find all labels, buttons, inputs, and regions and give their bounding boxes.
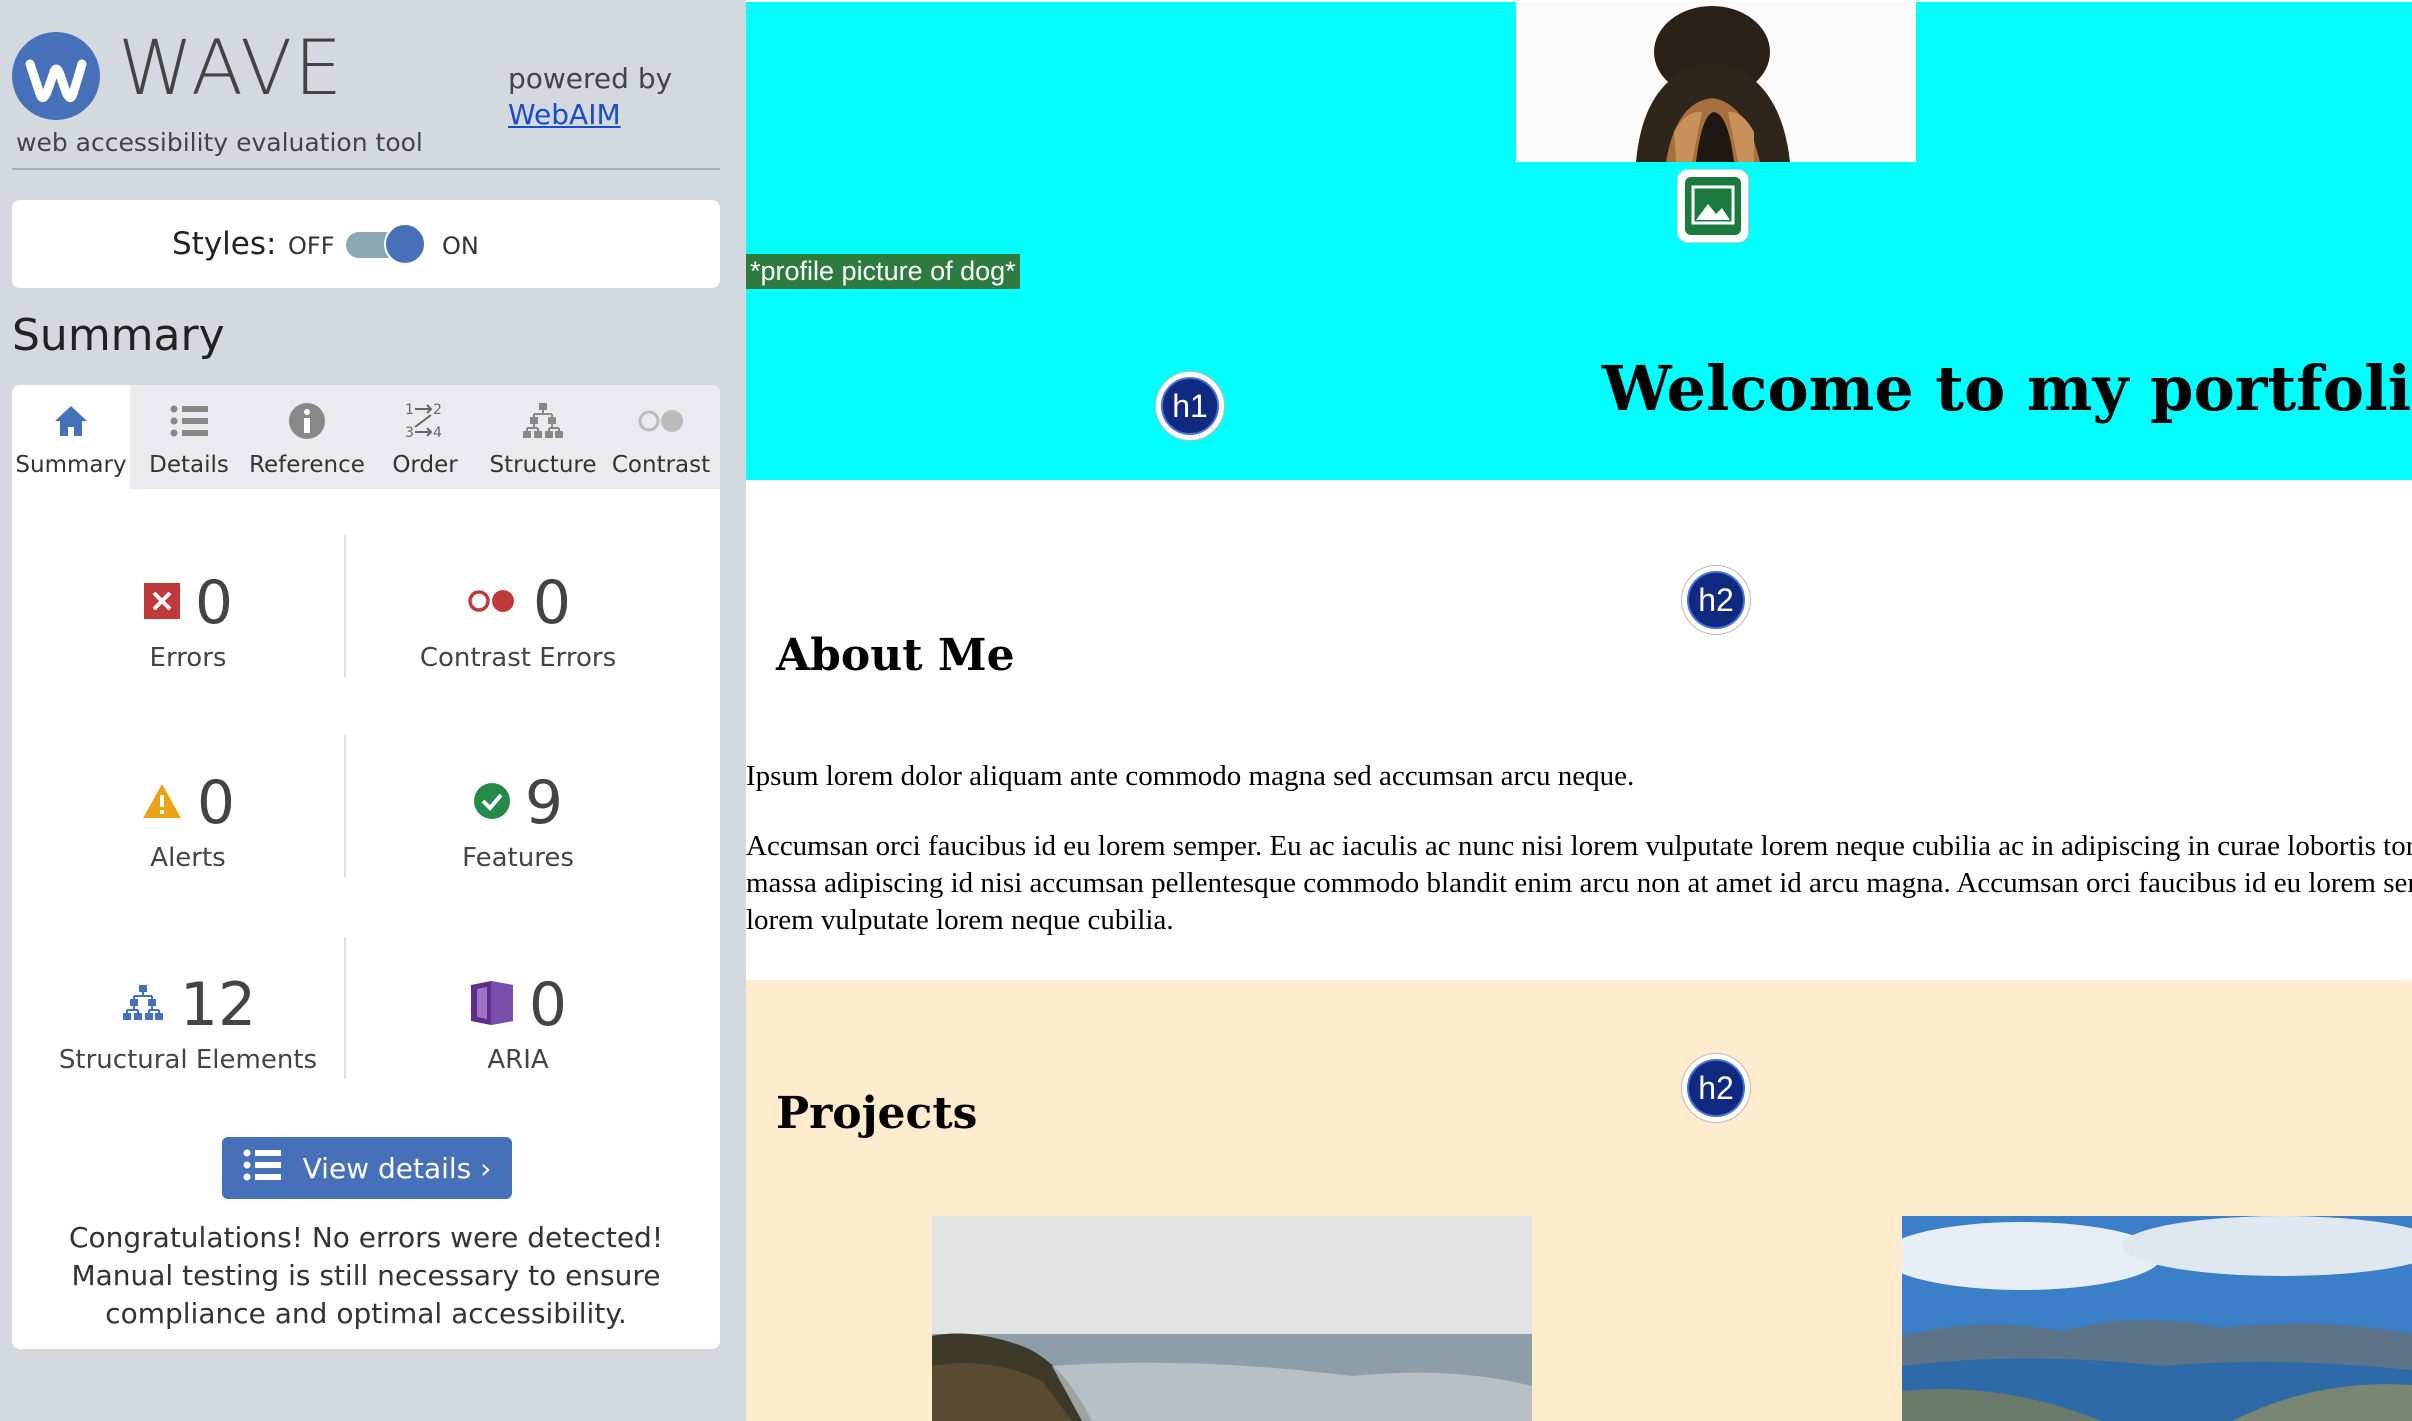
about-section: h2 About Me Ipsum lorem dolor aliquam an… <box>746 480 2412 980</box>
page-title: Welcome to my portfolio w <box>1602 352 2412 425</box>
aria-count: 0 <box>528 970 568 1040</box>
styles-on-label: ON <box>442 232 479 260</box>
aria-icon <box>469 979 515 1031</box>
wave-sidebar: WAVE web accessibility evaluation tool p… <box>0 0 746 1421</box>
alerts-label: Alerts <box>150 843 226 873</box>
stat-alerts: 0 Alerts <box>28 769 348 873</box>
structure-icon <box>120 983 166 1027</box>
h1-marker-icon[interactable]: h1 <box>1156 372 1224 440</box>
toggle-knob <box>384 223 426 265</box>
tab-label: Details <box>149 452 229 478</box>
h2-marker-icon[interactable]: h2 <box>1682 566 1750 634</box>
wave-logo-text: WAVE <box>118 23 345 112</box>
stat-contrast-errors: 0 Contrast Errors <box>358 569 678 673</box>
tab-label: Contrast <box>611 452 711 478</box>
styles-panel: Styles: OFF ON <box>12 200 720 288</box>
tab-order[interactable]: 1 2 3 4 Order <box>366 385 484 489</box>
home-icon <box>12 397 130 445</box>
projects-section: h2 Projects <box>746 980 2412 1421</box>
svg-text:2: 2 <box>433 402 442 418</box>
svg-text:4: 4 <box>433 425 442 441</box>
stat-structural-elements: 12 Structural Elements <box>28 971 348 1075</box>
summary-heading: Summary <box>12 310 225 361</box>
wave-subtitle: web accessibility evaluation tool <box>16 128 423 157</box>
stat-errors: 0 Errors <box>28 569 348 673</box>
summary-panel: 0 Errors 0 Contrast Errors 0 Alerts 9 Fe… <box>12 489 720 1349</box>
svg-text:1: 1 <box>405 402 414 418</box>
projects-heading: Projects <box>776 1088 978 1139</box>
tab-reference[interactable]: Reference <box>248 385 366 489</box>
contrast-errors-label: Contrast Errors <box>419 643 617 673</box>
tab-contrast[interactable]: Contrast <box>602 385 720 489</box>
h2-marker-label: h2 <box>1687 1059 1745 1117</box>
alt-text-label: *profile picture of dog* <box>746 254 1020 289</box>
order-icon: 1 2 3 4 <box>366 397 484 445</box>
alerts-count: 0 <box>196 768 236 838</box>
h2-marker-icon[interactable]: h2 <box>1682 1054 1750 1122</box>
stat-aria: 0 ARIA <box>358 971 678 1075</box>
about-paragraph-2: Accumsan orci faucibus id eu lorem sempe… <box>746 830 2412 936</box>
tab-label: Summary <box>15 452 127 478</box>
powered-by-text: powered by <box>508 62 673 95</box>
tab-details[interactable]: Details <box>130 385 248 489</box>
feature-check-icon <box>473 782 511 824</box>
stat-features: 9 Features <box>358 769 678 873</box>
webaim-link[interactable]: WebAIM <box>508 98 621 131</box>
errors-count: 0 <box>194 568 234 638</box>
styles-toggle[interactable] <box>346 223 426 265</box>
about-paragraph-1: Ipsum lorem dolor aliquam ante commodo m… <box>746 760 1635 792</box>
h2-marker-label: h2 <box>1687 571 1745 629</box>
errors-label: Errors <box>149 643 227 673</box>
tab-summary[interactable]: Summary <box>12 385 130 489</box>
list-icon <box>130 397 248 445</box>
structure-icon <box>484 397 602 445</box>
wave-logo-icon <box>12 32 100 120</box>
tab-label: Reference <box>249 452 365 478</box>
contrast-error-icon <box>465 586 519 620</box>
features-count: 9 <box>524 768 564 838</box>
contrast-icon <box>602 397 720 445</box>
tab-label: Order <box>392 452 458 478</box>
dog-photo <box>1516 2 1916 162</box>
features-label: Features <box>462 843 574 873</box>
project-image-coast <box>932 1216 1532 1421</box>
alert-icon <box>141 782 183 824</box>
structural-count: 12 <box>179 970 257 1040</box>
error-icon <box>143 582 181 624</box>
styles-off-label: OFF <box>288 232 335 260</box>
aria-label: ARIA <box>487 1045 549 1075</box>
divider <box>12 168 720 170</box>
congratulations-message: Congratulations! No errors were detected… <box>68 1221 664 1330</box>
tab-structure[interactable]: Structure <box>484 385 602 489</box>
svg-text:3: 3 <box>405 425 414 441</box>
project-image-fjord <box>1902 1216 2412 1421</box>
panel-tabs: Summary Details Reference 1 2 3 4 Order Str… <box>12 385 720 489</box>
hero-section: *profile picture of dog* h1 Welcome to m… <box>746 2 2412 480</box>
info-icon <box>248 397 366 445</box>
about-heading: About Me <box>776 630 1015 681</box>
view-details-label: View details › <box>302 1151 492 1185</box>
list-icon <box>243 1149 281 1188</box>
styles-label: Styles: <box>172 226 277 262</box>
tab-label: Structure <box>489 452 597 478</box>
image-alt-marker-icon[interactable] <box>1678 170 1748 242</box>
structural-label: Structural Elements <box>58 1045 318 1075</box>
contrast-errors-count: 0 <box>532 568 572 638</box>
evaluated-page: *profile picture of dog* h1 Welcome to m… <box>746 0 2412 1421</box>
h1-marker-label: h1 <box>1161 377 1219 435</box>
view-details-button[interactable]: View details › <box>222 1137 512 1199</box>
